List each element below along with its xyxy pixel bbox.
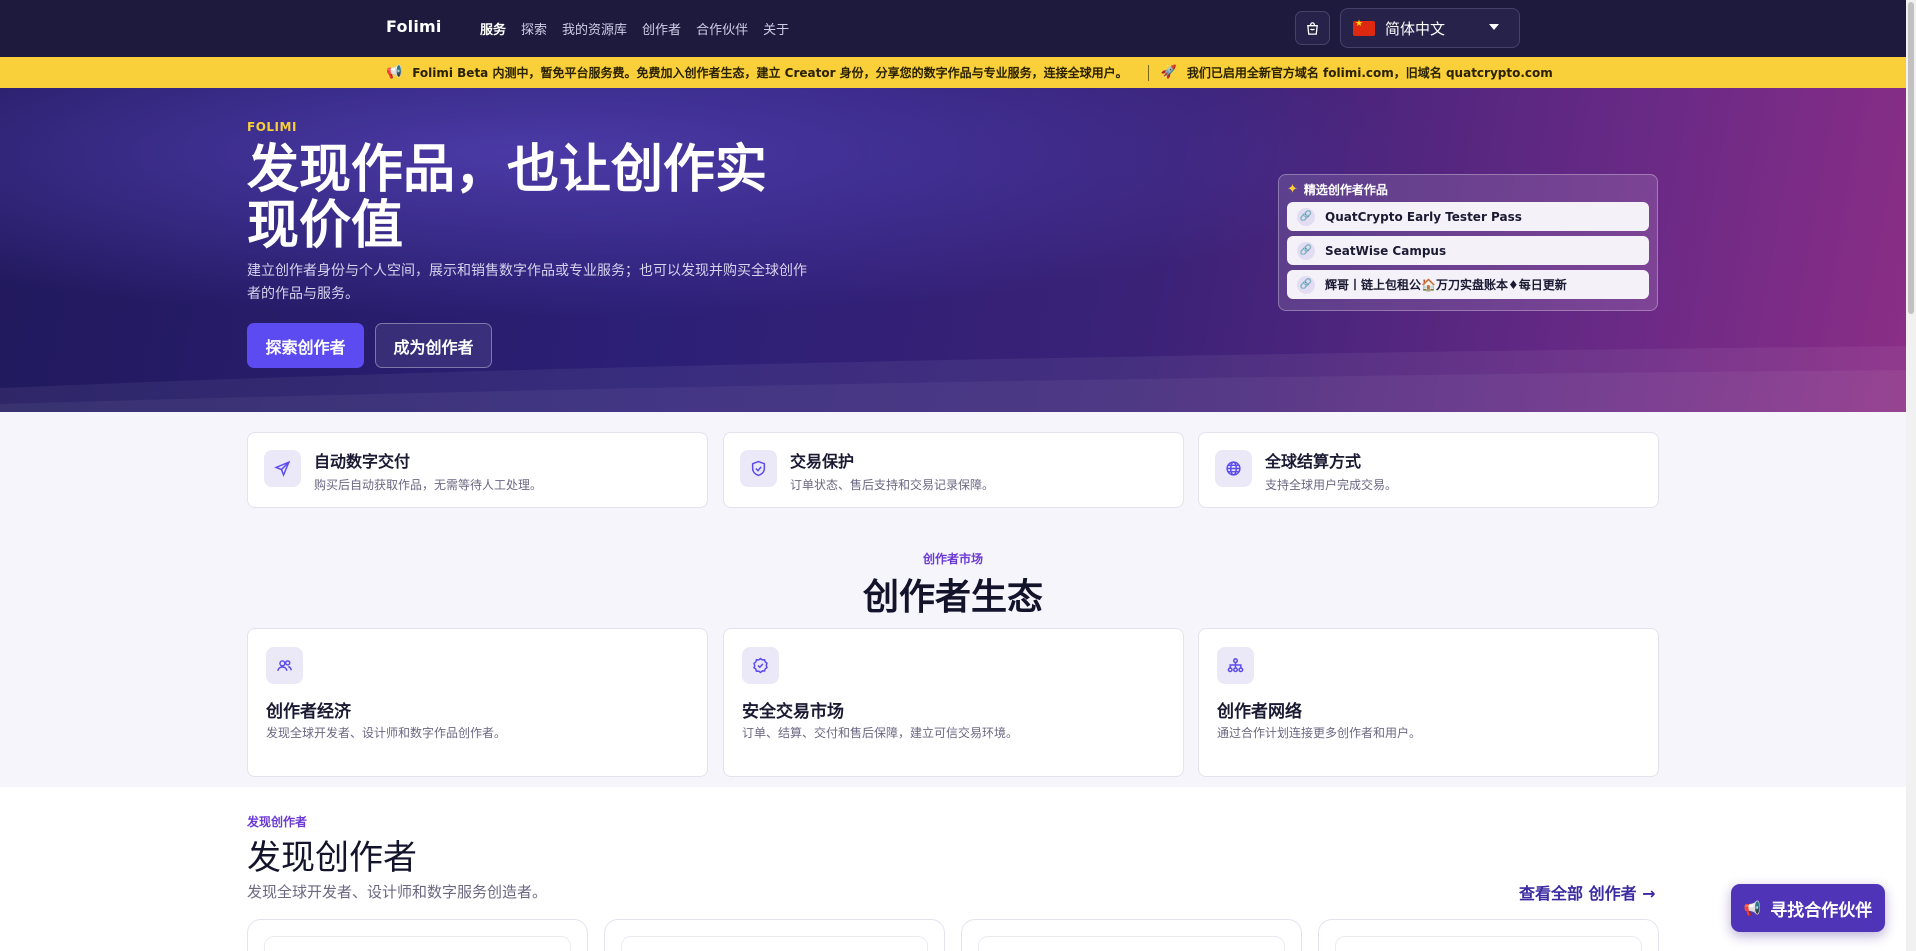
creator-card-cover (978, 936, 1285, 951)
megaphone-icon: 📢 (386, 65, 403, 80)
creator-card-cover (264, 936, 571, 951)
feature-desc: 订单状态、售后支持和交易记录保障。 (790, 478, 995, 492)
nav-link-partners[interactable]: 合作伙伴 (696, 19, 748, 38)
badge-check-icon (742, 647, 779, 684)
discover-kicker: 发现创作者 (247, 815, 308, 829)
ecosystem-card-desc: 通过合作计划连接更多创作者和用户。 (1217, 726, 1422, 740)
link-icon: 🔗 (1297, 275, 1315, 294)
ecosystem-card-title: 创作者网络 (1217, 702, 1302, 722)
nav-link-services[interactable]: 服务 (480, 19, 506, 38)
nav-link-about[interactable]: 关于 (763, 19, 789, 38)
feature-card-protection: 交易保护 订单状态、售后支持和交易记录保障。 (723, 432, 1184, 508)
creator-card[interactable] (1318, 919, 1659, 951)
ecosystem-card-title: 创作者经济 (266, 702, 351, 722)
sparkle-icon: ✦ (1287, 181, 1298, 197)
hero-section: FOLIMI 发现作品，也让创作实现价值 建立创作者身份与个人空间，展示和销售数… (0, 88, 1916, 412)
featured-item-label: SeatWise Campus (1325, 243, 1447, 258)
find-partner-button[interactable]: 📢 寻找合作伙伴 (1731, 884, 1885, 932)
hero-kicker: FOLIMI (247, 120, 297, 134)
featured-works-panel: ✦ 精选创作者作品 🔗 QuatCrypto Early Tester Pass… (1278, 174, 1658, 311)
ecosystem-card-network: 创作者网络 通过合作计划连接更多创作者和用户。 (1198, 628, 1659, 777)
rocket-icon: 🚀 (1160, 65, 1177, 80)
explore-creators-button[interactable]: 探索创作者 (247, 323, 364, 368)
nav-links: 服务 探索 我的资源库 创作者 合作伙伴 关于 (480, 19, 804, 38)
language-select[interactable]: 简体中文 (1340, 8, 1520, 48)
shield-icon (740, 450, 777, 487)
banner-divider (1147, 64, 1149, 81)
shopping-bag-icon (1307, 21, 1318, 35)
feature-title: 自动数字交付 (314, 452, 411, 471)
link-icon: 🔗 (1297, 241, 1315, 260)
china-flag-icon (1353, 19, 1375, 36)
featured-item-label: QuatCrypto Early Tester Pass (1325, 209, 1522, 224)
featured-item[interactable]: 🔗 辉哥丨链上包租公🏠万刀实盘账本♦每日更新 (1287, 270, 1649, 299)
network-icon (1217, 647, 1254, 684)
ecosystem-card-market: 安全交易市场 订单、结算、交付和售后保障，建立可信交易环境。 (723, 628, 1184, 777)
creator-card-cover (1335, 936, 1642, 951)
beta-message: Folimi Beta 内测中，暂免平台服务费。免费加入创作者生态，建立 Cre… (412, 66, 1128, 80)
nav-link-library[interactable]: 我的资源库 (562, 19, 627, 38)
announcement-banner: 📢 Folimi Beta 内测中，暂免平台服务费。免费加入创作者生态，建立 C… (0, 57, 1916, 88)
discover-title: 发现创作者 (247, 838, 417, 878)
ecosystem-title: 创作者生态 (862, 577, 1043, 618)
cart-button[interactable] (1295, 11, 1330, 45)
chevron-down-icon (1489, 24, 1499, 30)
ecosystem-card-desc: 订单、结算、交付和售后保障，建立可信交易环境。 (742, 726, 1019, 740)
featured-item[interactable]: 🔗 SeatWise Campus (1287, 236, 1649, 265)
feature-desc: 购买后自动获取作品，无需等待人工处理。 (314, 478, 543, 492)
megaphone-icon: 📢 (1743, 899, 1762, 916)
hero-title: 发现作品，也让创作实现价值 (247, 140, 768, 256)
nav-link-creators[interactable]: 创作者 (642, 19, 681, 38)
creator-card-cover (621, 936, 928, 951)
hero-subtitle: 建立创作者身份与个人空间，展示和销售数字作品或专业服务；也可以发现并购买全球创作… (247, 263, 807, 302)
nav-link-explore[interactable]: 探索 (521, 19, 547, 38)
ecosystem-kicker: 创作者市场 (922, 552, 983, 566)
globe-icon (1215, 450, 1252, 487)
find-partner-label: 寻找合作伙伴 (1770, 900, 1873, 920)
ecosystem-card-economy: 创作者经济 发现全球开发者、设计师和数字作品创作者。 (247, 628, 708, 777)
feature-desc: 支持全球用户完成交易。 (1265, 478, 1398, 492)
discover-creators-section: 发现创作者 发现创作者 发现全球开发者、设计师和数字服务创造者。 查看全部 创作… (0, 787, 1906, 951)
featured-item-label: 辉哥丨链上包租公🏠万刀实盘账本♦每日更新 (1325, 278, 1567, 292)
creator-card[interactable] (961, 919, 1302, 951)
ecosystem-card-title: 安全交易市场 (742, 702, 844, 722)
feature-card-delivery: 自动数字交付 购买后自动获取作品，无需等待人工处理。 (247, 432, 708, 508)
featured-item[interactable]: 🔗 QuatCrypto Early Tester Pass (1287, 202, 1649, 231)
domain-notice[interactable]: 我们已启用全新官方域名 folimi.com，旧域名 quatcrypto.co… (1187, 64, 1553, 81)
feature-title: 交易保护 (790, 452, 855, 471)
creator-card[interactable] (604, 919, 945, 951)
language-label: 简体中文 (1385, 19, 1446, 38)
featured-heading-label: 精选创作者作品 (1303, 182, 1388, 197)
creator-card[interactable] (247, 919, 588, 951)
send-icon (264, 450, 301, 487)
brand-logo[interactable]: Folimi (386, 17, 442, 36)
ecosystem-card-desc: 发现全球开发者、设计师和数字作品创作者。 (266, 726, 507, 740)
become-creator-button[interactable]: 成为创作者 (375, 323, 492, 368)
scrollbar-thumb[interactable] (1908, 2, 1914, 314)
top-nav: Folimi 服务 探索 我的资源库 创作者 合作伙伴 关于 简体中文 (0, 0, 1916, 57)
link-icon: 🔗 (1297, 207, 1315, 226)
feature-card-settlement: 全球结算方式 支持全球用户完成交易。 (1198, 432, 1659, 508)
users-icon (266, 647, 303, 684)
view-all-creators-link[interactable]: 查看全部 创作者 → (1519, 880, 1656, 904)
discover-subtitle: 发现全球开发者、设计师和数字服务创造者。 (247, 883, 548, 901)
page-scrollbar[interactable] (1906, 0, 1916, 951)
feature-title: 全球结算方式 (1265, 452, 1362, 471)
featured-heading: ✦ 精选创作者作品 (1287, 181, 1649, 197)
